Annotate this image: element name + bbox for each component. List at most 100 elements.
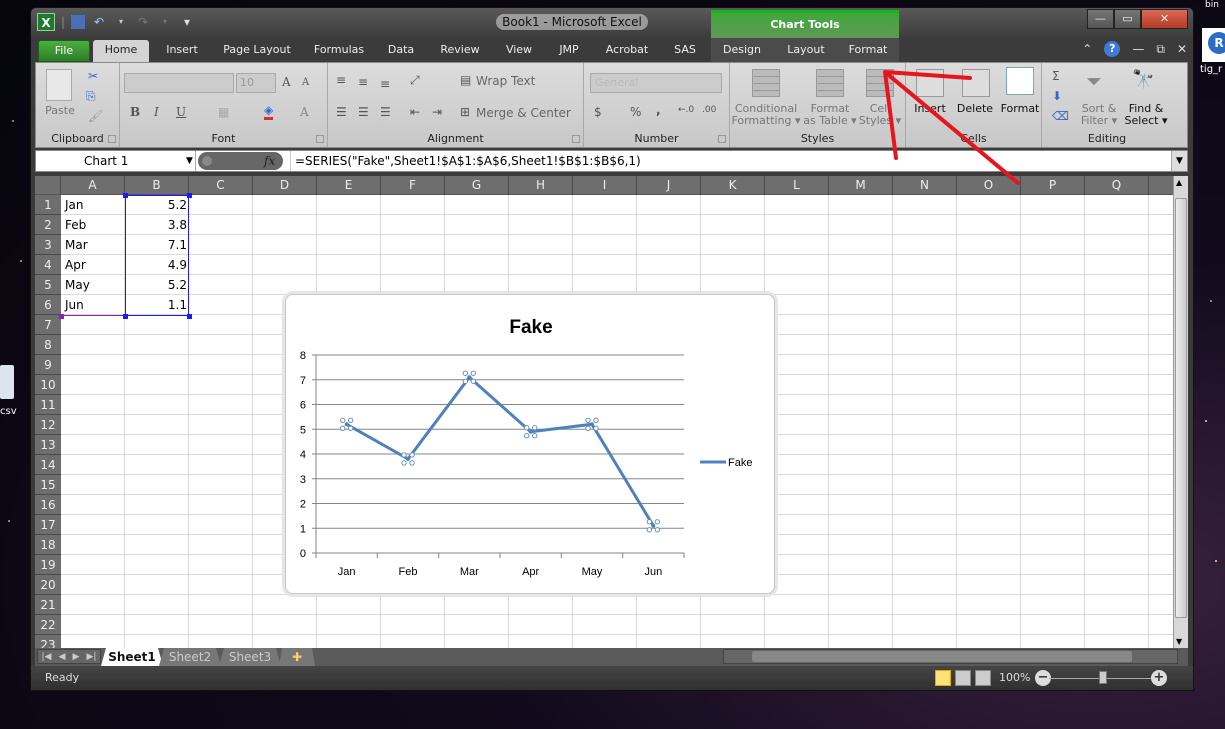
tab-acrobat[interactable]: Acrobat bbox=[599, 40, 655, 62]
tab-home[interactable]: Home bbox=[93, 40, 149, 62]
row-header-4[interactable]: 4 bbox=[35, 255, 61, 275]
sort-filter-button[interactable]: Sort & Filter ▾ bbox=[1076, 103, 1122, 127]
row-header-21[interactable]: 21 bbox=[35, 595, 61, 615]
close-button[interactable]: ✕ bbox=[1141, 9, 1188, 29]
column-header-l[interactable]: L bbox=[765, 176, 829, 195]
delete-cells-button[interactable]: Delete bbox=[952, 103, 998, 115]
column-header-a[interactable]: A bbox=[61, 176, 125, 195]
help-icon[interactable]: ? bbox=[1104, 41, 1121, 57]
scroll-down-icon[interactable]: ▼ bbox=[1176, 637, 1182, 646]
range-handle[interactable] bbox=[59, 314, 64, 319]
column-header-b[interactable]: B bbox=[125, 176, 189, 195]
bottom-align-icon[interactable]: ≡ bbox=[380, 77, 390, 91]
row-header-7[interactable]: 7 bbox=[35, 315, 61, 335]
tab-view[interactable]: View bbox=[499, 40, 539, 62]
increase-decimal-icon[interactable]: ←.0 bbox=[678, 105, 694, 115]
row-header-6[interactable]: 6 bbox=[35, 295, 61, 315]
horizontal-scrollbar[interactable] bbox=[723, 649, 1178, 664]
row-header-20[interactable]: 20 bbox=[35, 575, 61, 595]
column-header-k[interactable]: K bbox=[701, 176, 765, 195]
tab-page-layout[interactable]: Page Layout bbox=[217, 40, 297, 62]
decrease-indent-icon[interactable]: ⇤ bbox=[410, 105, 420, 119]
zoom-level[interactable]: 100% bbox=[999, 671, 1030, 684]
row-header-3[interactable]: 3 bbox=[35, 235, 61, 255]
scroll-up-icon[interactable]: ▲ bbox=[1176, 178, 1182, 187]
increase-indent-icon[interactable]: ⇥ bbox=[432, 105, 442, 119]
column-header-i[interactable]: I bbox=[573, 176, 637, 195]
row-header-14[interactable]: 14 bbox=[35, 455, 61, 475]
row-header-19[interactable]: 19 bbox=[35, 555, 61, 575]
center-icon[interactable]: ☰ bbox=[358, 105, 369, 119]
fill-color-icon[interactable]: ◈ bbox=[264, 103, 274, 120]
column-header-d[interactable]: D bbox=[253, 176, 317, 195]
vertical-scrollbar[interactable]: ▲ ▼ bbox=[1173, 176, 1188, 648]
cut-icon[interactable]: ✂ bbox=[88, 69, 98, 83]
decrease-decimal-icon[interactable]: .00 bbox=[702, 105, 716, 115]
range-handle[interactable] bbox=[187, 193, 192, 198]
borders-icon[interactable]: ▦ bbox=[218, 105, 229, 119]
restore-button[interactable]: ▭ bbox=[1114, 9, 1141, 29]
row-header-18[interactable]: 18 bbox=[35, 535, 61, 555]
column-header-h[interactable]: H bbox=[509, 176, 573, 195]
tab-insert[interactable]: Insert bbox=[159, 40, 205, 62]
clipboard-launcher-icon[interactable] bbox=[108, 135, 116, 143]
row-header-22[interactable]: 22 bbox=[35, 615, 61, 635]
name-box[interactable]: Chart 1 bbox=[36, 151, 196, 171]
tab-jmp[interactable]: JMP bbox=[549, 40, 589, 62]
page-break-view-button[interactable] bbox=[975, 670, 991, 686]
tab-data[interactable]: Data bbox=[381, 40, 421, 62]
column-header-e[interactable]: E bbox=[317, 176, 381, 195]
sheet-tab-sheet1[interactable]: Sheet1 bbox=[101, 648, 163, 666]
shrink-font-icon[interactable]: A bbox=[302, 77, 309, 88]
page-layout-view-button[interactable] bbox=[955, 670, 971, 686]
column-header-j[interactable]: J bbox=[637, 176, 701, 195]
underline-button[interactable]: U bbox=[176, 105, 186, 119]
insert-sheet-icon[interactable]: ✚ bbox=[279, 648, 315, 666]
column-header-m[interactable]: M bbox=[829, 176, 893, 195]
clear-icon[interactable]: ⌫ bbox=[1052, 109, 1069, 123]
next-sheet-icon[interactable]: ▶ bbox=[73, 652, 80, 662]
copy-icon[interactable]: ⎘ bbox=[86, 89, 96, 104]
prev-sheet-icon[interactable]: ◀ bbox=[59, 652, 66, 662]
row-header-9[interactable]: 9 bbox=[35, 355, 61, 375]
percent-button[interactable]: % bbox=[630, 105, 641, 119]
range-handle[interactable] bbox=[123, 314, 128, 319]
format-cells-button[interactable]: Format bbox=[998, 103, 1042, 115]
font-launcher-icon[interactable] bbox=[316, 135, 324, 143]
column-header-g[interactable]: G bbox=[445, 176, 509, 195]
column-header-n[interactable]: N bbox=[893, 176, 957, 195]
comma-button[interactable]: , bbox=[656, 103, 661, 117]
font-color-icon[interactable]: A bbox=[300, 105, 309, 119]
select-all-button[interactable] bbox=[35, 176, 61, 195]
zoom-slider-thumb[interactable] bbox=[1099, 671, 1107, 684]
workbook-close-icon[interactable]: ✕ bbox=[1177, 42, 1187, 56]
insert-cells-button[interactable]: Insert bbox=[908, 103, 952, 115]
row-header-16[interactable]: 16 bbox=[35, 495, 61, 515]
row-header-11[interactable]: 11 bbox=[35, 395, 61, 415]
desktop-r-app-icon[interactable]: R bbox=[1202, 28, 1225, 62]
tab-layout[interactable]: Layout bbox=[779, 40, 833, 62]
minimize-button[interactable]: — bbox=[1087, 9, 1114, 29]
number-launcher-icon[interactable] bbox=[718, 135, 726, 143]
cell-styles-button[interactable]: Cell Styles ▾ bbox=[858, 103, 902, 127]
column-header-o[interactable]: O bbox=[957, 176, 1021, 195]
italic-button[interactable]: I bbox=[154, 105, 159, 119]
row-header-8[interactable]: 8 bbox=[35, 335, 61, 355]
desktop-csv-file-icon[interactable] bbox=[0, 365, 14, 399]
expand-formula-bar-icon[interactable]: ▼ bbox=[1171, 151, 1187, 171]
first-sheet-icon[interactable]: |◀ bbox=[42, 652, 52, 662]
row-header-10[interactable]: 10 bbox=[35, 375, 61, 395]
conditional-formatting-button[interactable]: Conditional Formatting ▾ bbox=[730, 103, 802, 127]
align-right-icon[interactable]: ☰ bbox=[380, 105, 391, 119]
range-handle[interactable] bbox=[123, 193, 128, 198]
row-header-15[interactable]: 15 bbox=[35, 475, 61, 495]
format-painter-icon[interactable]: 🖌 bbox=[88, 109, 103, 123]
bold-button[interactable]: B bbox=[130, 105, 140, 119]
column-header-p[interactable]: P bbox=[1021, 176, 1085, 195]
font-size-select[interactable]: 10 bbox=[236, 73, 276, 93]
last-sheet-icon[interactable]: ▶| bbox=[86, 652, 96, 662]
format-as-table-button[interactable]: Format as Table ▾ bbox=[802, 103, 858, 127]
row-header-5[interactable]: 5 bbox=[35, 275, 61, 295]
align-left-icon[interactable]: ☰ bbox=[336, 105, 347, 119]
name-box-dropdown-icon[interactable]: ▼ bbox=[186, 151, 193, 171]
